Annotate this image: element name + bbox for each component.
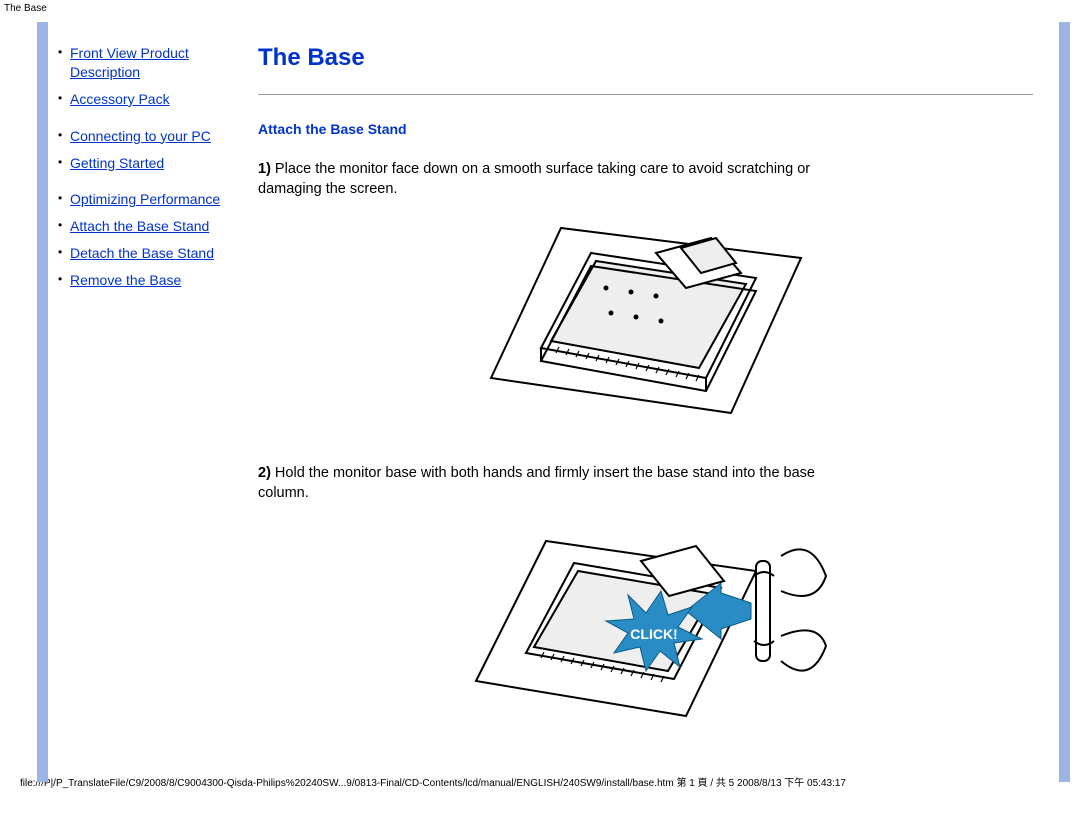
step-2-text: Hold the monitor base with both hands an… <box>258 465 815 501</box>
figure-insert-base: CLICK! <box>258 521 1033 738</box>
sidebar-item-remove-base[interactable]: Remove the Base <box>58 271 248 290</box>
page-title: The Base <box>258 44 1033 72</box>
monitor-illustration-1 <box>481 218 811 432</box>
sidebar-item-connecting-pc[interactable]: Connecting to your PC <box>58 127 248 146</box>
step-1-number: 1) <box>258 161 271 177</box>
monitor-illustration-2: CLICK! <box>456 521 836 735</box>
sidebar-link[interactable]: Front View Product Description <box>70 45 189 80</box>
sidebar-item-optimizing[interactable]: Optimizing Performance <box>58 190 248 209</box>
sidebar-link[interactable]: Detach the Base Stand <box>70 245 214 261</box>
section-heading: Attach the Base Stand <box>258 121 1033 137</box>
sidebar-link[interactable]: Connecting to your PC <box>70 128 211 144</box>
sidebar-group: Connecting to your PC Getting Started <box>58 127 248 173</box>
sidebar-link[interactable]: Accessory Pack <box>70 91 170 107</box>
sidebar-link[interactable]: Optimizing Performance <box>70 191 220 207</box>
click-label: CLICK! <box>630 626 677 642</box>
decoration-band-right <box>1059 22 1070 782</box>
content-row: Front View Product Description Accessory… <box>48 22 1053 766</box>
sidebar-item-front-view[interactable]: Front View Product Description <box>58 44 248 82</box>
header-small-title: The Base <box>0 0 1080 16</box>
step-1-text: Place the monitor face down on a smooth … <box>258 161 810 197</box>
step-2: 2) Hold the monitor base with both hands… <box>258 463 858 504</box>
main-content: The Base Attach the Base Stand 1) Place … <box>258 44 1053 766</box>
sidebar-link[interactable]: Attach the Base Stand <box>70 218 209 234</box>
step-1: 1) Place the monitor face down on a smoo… <box>258 159 858 200</box>
sidebar-nav: Front View Product Description Accessory… <box>48 44 258 308</box>
page-wrap: Front View Product Description Accessory… <box>0 22 1080 766</box>
sidebar-item-detach-base[interactable]: Detach the Base Stand <box>58 244 248 263</box>
sidebar-group: Front View Product Description Accessory… <box>58 44 248 109</box>
sidebar-link[interactable]: Remove the Base <box>70 272 181 288</box>
decoration-band-left <box>37 22 48 782</box>
sidebar-item-getting-started[interactable]: Getting Started <box>58 154 248 173</box>
sidebar-group: Optimizing Performance Attach the Base S… <box>58 190 248 290</box>
divider <box>258 94 1033 95</box>
footer-file-path: file:///P|/P_TranslateFile/C9/2008/8/C90… <box>0 766 1080 795</box>
sidebar-link[interactable]: Getting Started <box>70 155 164 171</box>
figure-monitor-face-down <box>258 218 1033 435</box>
sidebar-item-accessory-pack[interactable]: Accessory Pack <box>58 90 248 109</box>
sidebar-item-attach-base[interactable]: Attach the Base Stand <box>58 217 248 236</box>
step-2-number: 2) <box>258 465 271 481</box>
